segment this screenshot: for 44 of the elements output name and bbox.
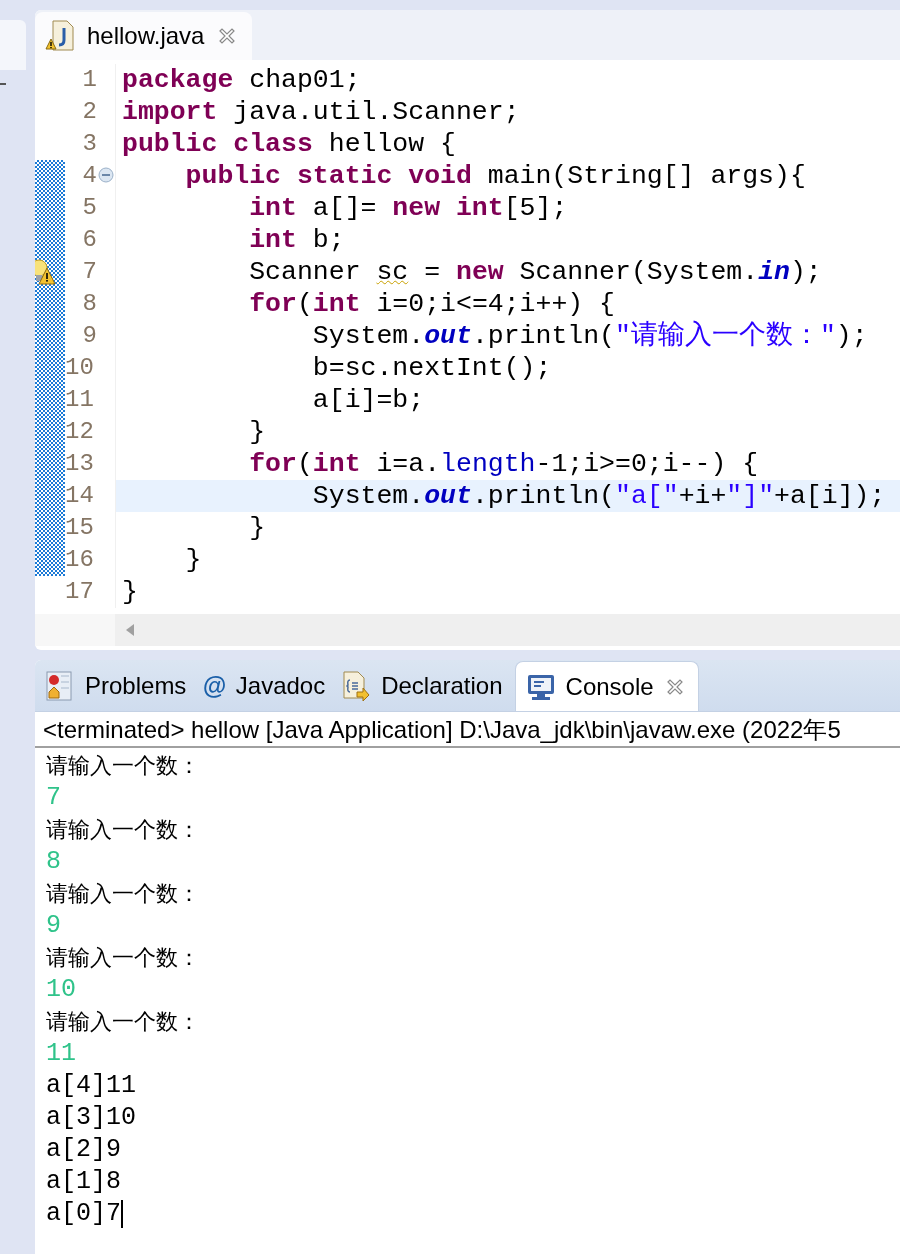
output-text: a[3]10 [46, 1102, 136, 1134]
view-tab[interactable]: @ Javadoc [198, 661, 338, 711]
code-line: for(int i=0;i<=4;i++) { [115, 288, 900, 320]
output-text: 请输入一个数： [46, 880, 200, 908]
code-line: } [115, 576, 900, 608]
code-line: } [115, 544, 900, 576]
output-text: 请输入一个数： [46, 944, 200, 972]
output-text: 请输入一个数： [46, 1008, 200, 1036]
code-line: import java.util.Scanner; [115, 96, 900, 128]
declaration-icon [341, 670, 372, 702]
output-text: a[4]11 [46, 1070, 136, 1102]
input-text: 7 [46, 782, 61, 814]
code-line: System.out.println("请输入一个数："); [115, 320, 900, 352]
code-line: public static void main(String[] args){ [115, 160, 900, 192]
at-icon: @ [202, 668, 226, 704]
view-tab[interactable]: Console [514, 661, 699, 711]
editor-tab[interactable]: hellow.java [35, 12, 253, 60]
code-line: package chap01; [115, 64, 900, 96]
output-text: a[2]9 [46, 1134, 121, 1166]
collapse-icon[interactable] [98, 167, 114, 183]
output-text: a[0]7 [46, 1198, 121, 1230]
scroll-left-icon[interactable] [125, 623, 135, 637]
code-line: public class hellow { [115, 128, 900, 160]
code-line: } [115, 512, 900, 544]
input-text: 10 [46, 974, 76, 1006]
code-line: } [115, 416, 900, 448]
java-file-warning-icon [45, 20, 75, 52]
input-text: 11 [46, 1038, 76, 1070]
output-text: 请输入一个数： [46, 752, 200, 780]
horizontal-scrollbar[interactable] [115, 614, 900, 646]
code-line: int a[]= new int[5]; [115, 192, 900, 224]
output-text: 请输入一个数： [46, 816, 200, 844]
view-tab[interactable]: Declaration [337, 661, 515, 711]
code-line: int b; [115, 224, 900, 256]
code-line: b=sc.nextInt(); [115, 352, 900, 384]
input-text: 9 [46, 910, 61, 942]
console-header: <terminated> hellow [Java Application] D:\Java_jdk\bin\javaw.exe (2022年5 [43, 716, 841, 743]
code-line: Scanner sc = new Scanner(System.in); [115, 256, 900, 288]
view-tab[interactable]: Problems [41, 661, 199, 711]
lightbulb-warning-icon[interactable] [35, 258, 57, 286]
input-text: 8 [46, 846, 61, 878]
problems-icon [45, 670, 75, 702]
code-line: a[i]=b; [115, 384, 900, 416]
output-text: a[1]8 [46, 1166, 121, 1198]
